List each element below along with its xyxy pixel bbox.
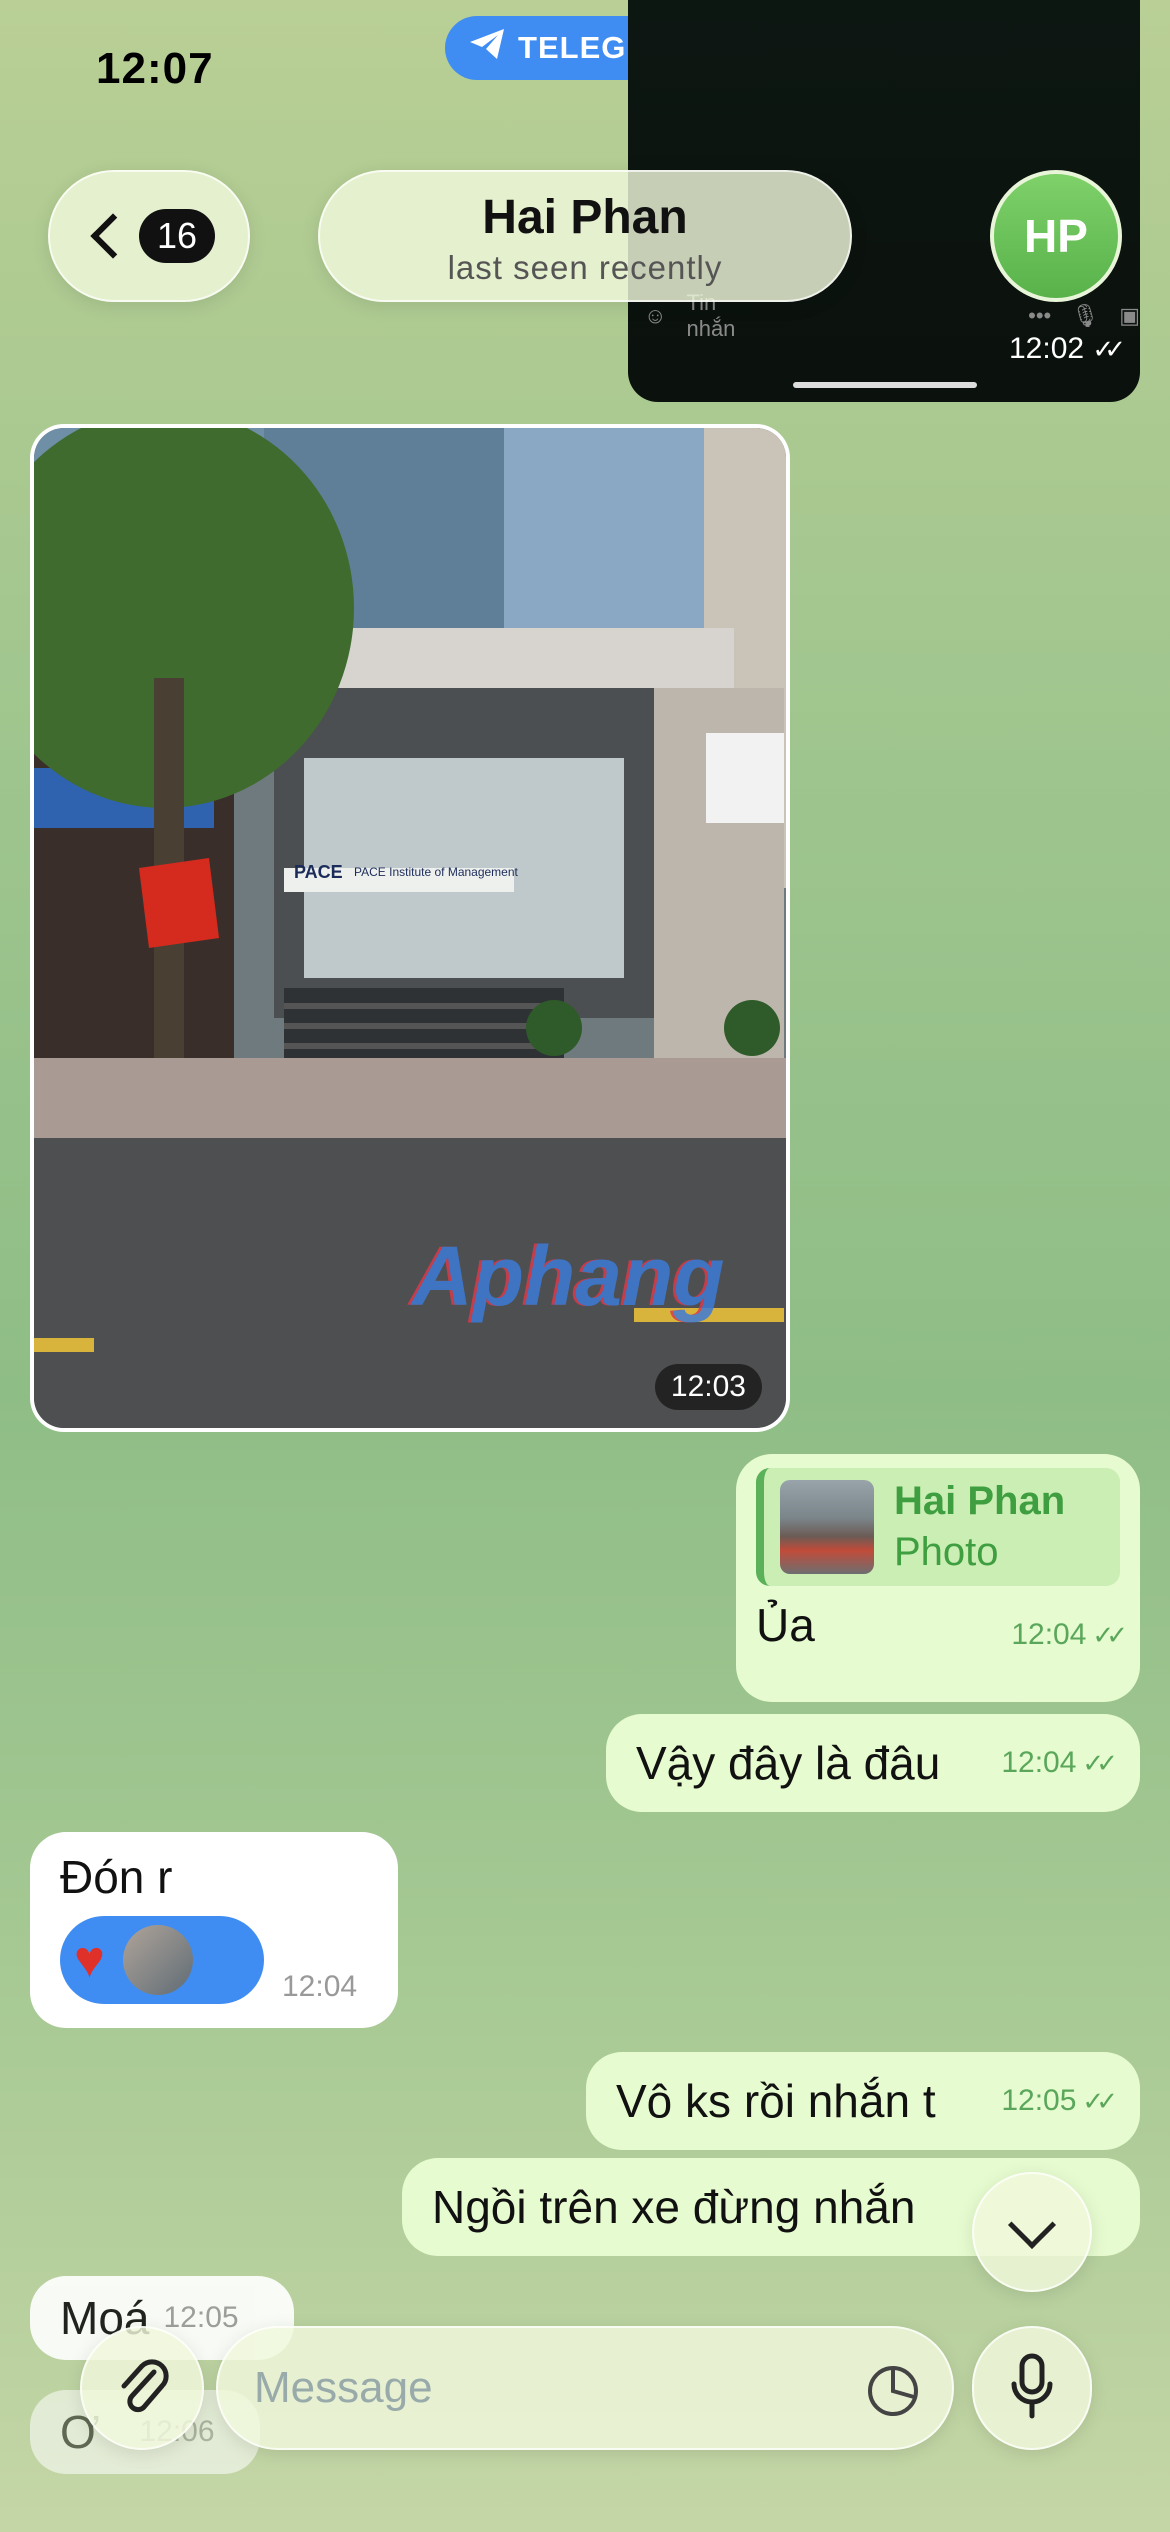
reply-thumbnail	[780, 1480, 874, 1574]
message-bubble-incoming[interactable]: Đón r ♥ 12:04	[30, 1832, 398, 2028]
message-time: 12:04	[1001, 1746, 1077, 1779]
reactor-avatar	[122, 1925, 193, 1995]
message-text: Ngồi trên xe đừng nhắn	[432, 2181, 916, 2233]
reply-sender: Hai Phan	[894, 1479, 1066, 1523]
read-ticks-icon: ✓✓	[1082, 2085, 1117, 2116]
watermark: Aphang	[412, 1229, 725, 1323]
home-indicator	[793, 382, 977, 388]
message-time: 12:02 ✓✓	[1009, 332, 1126, 366]
message-input[interactable]: Message	[216, 2326, 954, 2450]
inner-composer-bar: ☺ Tin nhắn ••• 🎙 ▣	[628, 290, 1140, 341]
reply-type: Photo	[894, 1530, 999, 1574]
microphone-icon	[1008, 2352, 1056, 2425]
photo-message[interactable]: PACE PACE Institute of Management Aphang…	[30, 424, 790, 1432]
message-meta: 12:05 ✓✓	[1001, 2084, 1118, 2118]
scroll-to-bottom-button[interactable]	[972, 2172, 1092, 2292]
paper-plane-icon	[468, 27, 506, 69]
heart-icon: ♥	[74, 1931, 105, 1989]
message-reply[interactable]: Hai Phan Photo Ủa 12:04 ✓✓	[736, 1454, 1140, 1702]
paperclip-icon	[112, 2354, 172, 2423]
status-time: 12:07	[96, 44, 214, 93]
contact-status: last seen recently	[447, 249, 723, 286]
message-time: 12:05	[1001, 2084, 1077, 2117]
message-bubble[interactable]: Vậy đây là đâu 12:04 ✓✓	[606, 1714, 1140, 1812]
read-ticks-icon: ✓✓	[1092, 1619, 1127, 1650]
message-text: Đón r	[60, 1851, 173, 1903]
chevron-left-icon	[90, 213, 136, 259]
unread-count-badge: 16	[138, 209, 216, 263]
inner-gallery-icon: ▣	[1119, 303, 1140, 328]
message-time: 12:05	[163, 2301, 239, 2334]
message-time: 12:04	[1011, 1618, 1087, 1651]
more-icon: •••	[1028, 303, 1052, 328]
voice-record-button[interactable]	[972, 2326, 1092, 2450]
attach-button[interactable]	[80, 2326, 204, 2450]
message-text: Vậy đây là đâu	[636, 1737, 941, 1789]
inner-mic-icon: 🎙	[1071, 303, 1100, 328]
chat-title[interactable]: Hai Phan last seen recently	[318, 170, 852, 302]
read-ticks-icon: ✓✓	[1082, 1747, 1117, 1778]
street-photo: PACE PACE Institute of Management Aphang…	[34, 428, 786, 1428]
message-text: Ủa	[756, 1599, 815, 1651]
reaction-chip[interactable]: ♥	[60, 1916, 264, 2004]
message-time: 12:04	[282, 1970, 358, 2003]
message-meta: 12:04 ✓✓	[1011, 1618, 1128, 1652]
sticker-icon[interactable]	[866, 2364, 920, 2429]
pace-sign-full: PACE Institute of Management	[354, 865, 518, 879]
message-placeholder: Message	[254, 2363, 433, 2412]
message-bubble[interactable]: Vô ks rồi nhắn t 12:05 ✓✓	[586, 2052, 1140, 2150]
back-button[interactable]: 16	[48, 170, 250, 302]
message-meta: 12:04 ✓✓	[1001, 1746, 1118, 1780]
chevron-down-icon	[1007, 2200, 1057, 2250]
pace-sign: PACE	[294, 862, 343, 882]
contact-name: Hai Phan	[482, 191, 688, 244]
read-ticks-icon: ✓✓	[1092, 334, 1125, 364]
time-text: 12:02	[1009, 332, 1085, 365]
avatar[interactable]: HP	[990, 170, 1122, 302]
reply-quote[interactable]: Hai Phan Photo	[756, 1468, 1120, 1586]
photo-time: 12:03	[654, 1364, 762, 1410]
emoji-icon: ☺	[644, 303, 667, 328]
message-text: Vô ks rồi nhắn t	[616, 2075, 936, 2127]
